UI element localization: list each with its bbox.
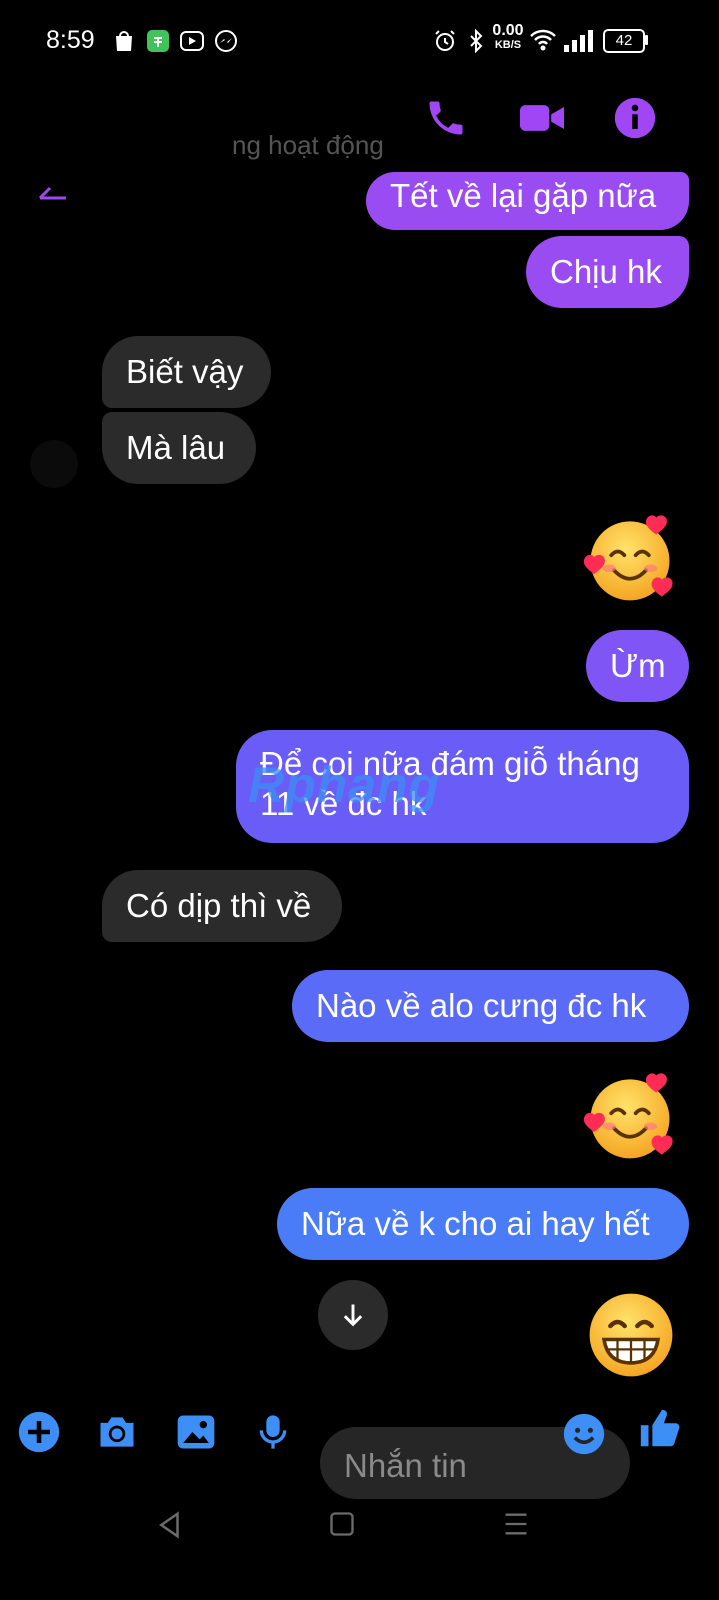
message-bubble-sent[interactable]: Chịu hk xyxy=(526,236,689,308)
wifi-icon xyxy=(530,29,556,51)
smiling-face-with-hearts-emoji[interactable] xyxy=(583,512,677,606)
signal-icon xyxy=(564,30,593,52)
network-speed: 0.00 KB/S xyxy=(490,22,526,52)
message-bubble-sent[interactable]: Nữa về k cho ai hay hết xyxy=(277,1188,689,1260)
phone-icon[interactable] xyxy=(424,96,468,140)
mic-icon[interactable] xyxy=(253,1410,293,1454)
nav-home-icon[interactable] xyxy=(328,1510,356,1538)
message-bubble-received[interactable]: Có dịp thì về xyxy=(102,870,342,942)
plus-icon[interactable] xyxy=(17,1410,61,1454)
emoji-icon[interactable] xyxy=(562,1412,606,1456)
avatar[interactable] xyxy=(30,440,78,488)
message-text: Biết vậy xyxy=(126,353,244,390)
message-text: Ừm xyxy=(610,647,666,684)
video-icon[interactable] xyxy=(518,96,566,140)
watermark: Rphang xyxy=(248,757,441,813)
like-icon[interactable] xyxy=(637,1406,683,1452)
back-arrow-icon[interactable] xyxy=(38,184,68,204)
system-navigation-bar xyxy=(0,1510,719,1600)
nav-back-icon[interactable] xyxy=(155,1510,185,1540)
chat-header: ng hoạt động xyxy=(0,80,719,200)
smiling-face-with-hearts-emoji[interactable] xyxy=(583,1070,677,1164)
message-bubble-sent[interactable]: Tết về lại gặp nữa xyxy=(366,172,689,230)
message-text: Chịu hk xyxy=(550,253,662,290)
youtube-icon xyxy=(180,31,204,51)
message-text: Tết về lại gặp nữa xyxy=(390,177,657,214)
info-icon[interactable] xyxy=(613,96,657,140)
battery-tip xyxy=(645,35,648,45)
battery-level: 42 xyxy=(615,32,633,49)
message-bubble-sent[interactable]: Nào về alo cưng đc hk xyxy=(292,970,689,1042)
message-text: Nữa về k cho ai hay hết xyxy=(301,1205,650,1242)
image-icon[interactable] xyxy=(174,1410,218,1454)
alarm-icon xyxy=(435,30,455,51)
network-speed-value: 0.00 xyxy=(492,22,524,39)
message-text: Nào về alo cưng đc hk xyxy=(316,987,647,1024)
nav-menu-icon[interactable] xyxy=(502,1510,530,1538)
active-status: ng hoạt động xyxy=(232,130,384,160)
network-speed-unit: KB/S xyxy=(494,39,522,51)
status-time: 8:59 xyxy=(46,26,95,54)
shopping-bag-icon xyxy=(116,31,132,51)
bluetooth-icon xyxy=(470,29,483,53)
grinning-face-emoji[interactable] xyxy=(586,1290,676,1380)
message-bubble-received[interactable]: Mà lâu xyxy=(102,412,256,484)
camera-icon[interactable] xyxy=(94,1410,140,1454)
message-bubble-received[interactable]: Biết vậy xyxy=(102,336,271,408)
message-text: Mà lâu xyxy=(126,429,226,466)
scroll-down-button[interactable] xyxy=(318,1280,388,1350)
battery-indicator: 42 xyxy=(603,29,645,53)
messenger-icon xyxy=(215,30,237,52)
message-bubble-sent[interactable]: Ừm xyxy=(586,630,689,702)
app-store-icon xyxy=(147,30,169,52)
message-text: Có dịp thì về xyxy=(126,887,312,924)
status-bar: 8:59 0.00 KB/S 42 xyxy=(0,0,719,80)
message-input-placeholder: Nhắn tin xyxy=(344,1447,467,1484)
scroll-down-icon xyxy=(343,1304,363,1327)
